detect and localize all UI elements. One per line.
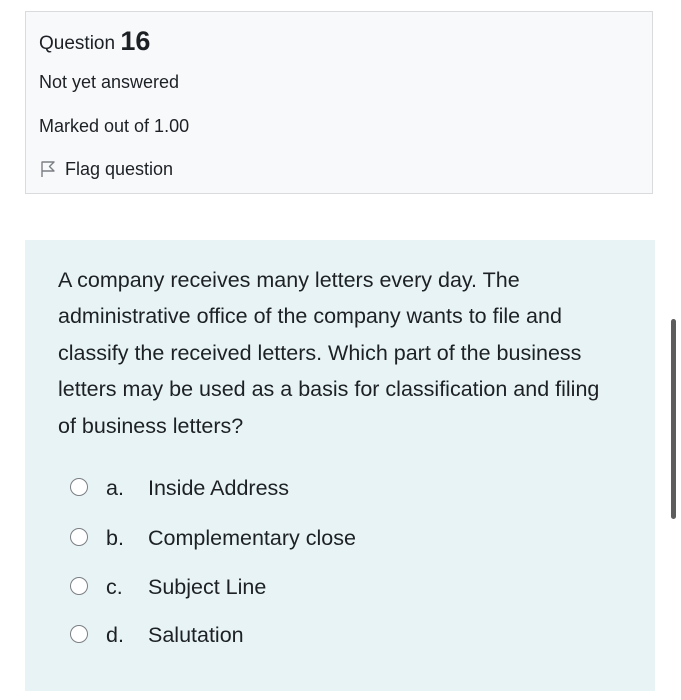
answer-option-b[interactable]: b. Complementary close [70,526,630,550]
question-state: Not yet answered [39,72,180,92]
radio-unchecked-icon[interactable] [70,478,88,496]
answer-label[interactable]: Salutation [148,623,244,647]
flag-question-link[interactable]: Flag question [39,157,173,181]
question-grade: Marked out of 1.00 [39,116,190,136]
answer-list: a. Inside Address b. Complementary close… [70,476,630,647]
answer-letter: c. [106,575,123,599]
flag-icon [39,160,57,178]
flag-question-label: Flag question [65,159,174,179]
answer-option-c[interactable]: c. Subject Line [70,575,630,599]
question-number: 16 [120,26,151,56]
question-text: A company receives many letters every da… [58,268,600,438]
answer-letter: d. [106,623,124,647]
radio-unchecked-icon[interactable] [70,528,88,546]
answer-option-a[interactable]: a. Inside Address [70,476,630,500]
radio-unchecked-icon[interactable] [70,625,88,643]
answer-label[interactable]: Subject Line [148,575,266,599]
answer-letter: b. [106,526,124,550]
answer-label[interactable]: Inside Address [148,476,289,500]
question-title: Question 16 [39,25,150,60]
question-content-box: A company receives many letters every da… [25,240,655,691]
answer-label[interactable]: Complementary close [148,526,356,550]
radio-unchecked-icon[interactable] [70,577,88,595]
answer-option-d[interactable]: d. Salutation [70,623,630,647]
question-info-box: Question 16 Not yet answered Marked out … [25,11,653,194]
answer-letter: a. [106,476,124,500]
question-label: Question [39,33,116,54]
vertical-scrollbar[interactable] [671,319,676,519]
